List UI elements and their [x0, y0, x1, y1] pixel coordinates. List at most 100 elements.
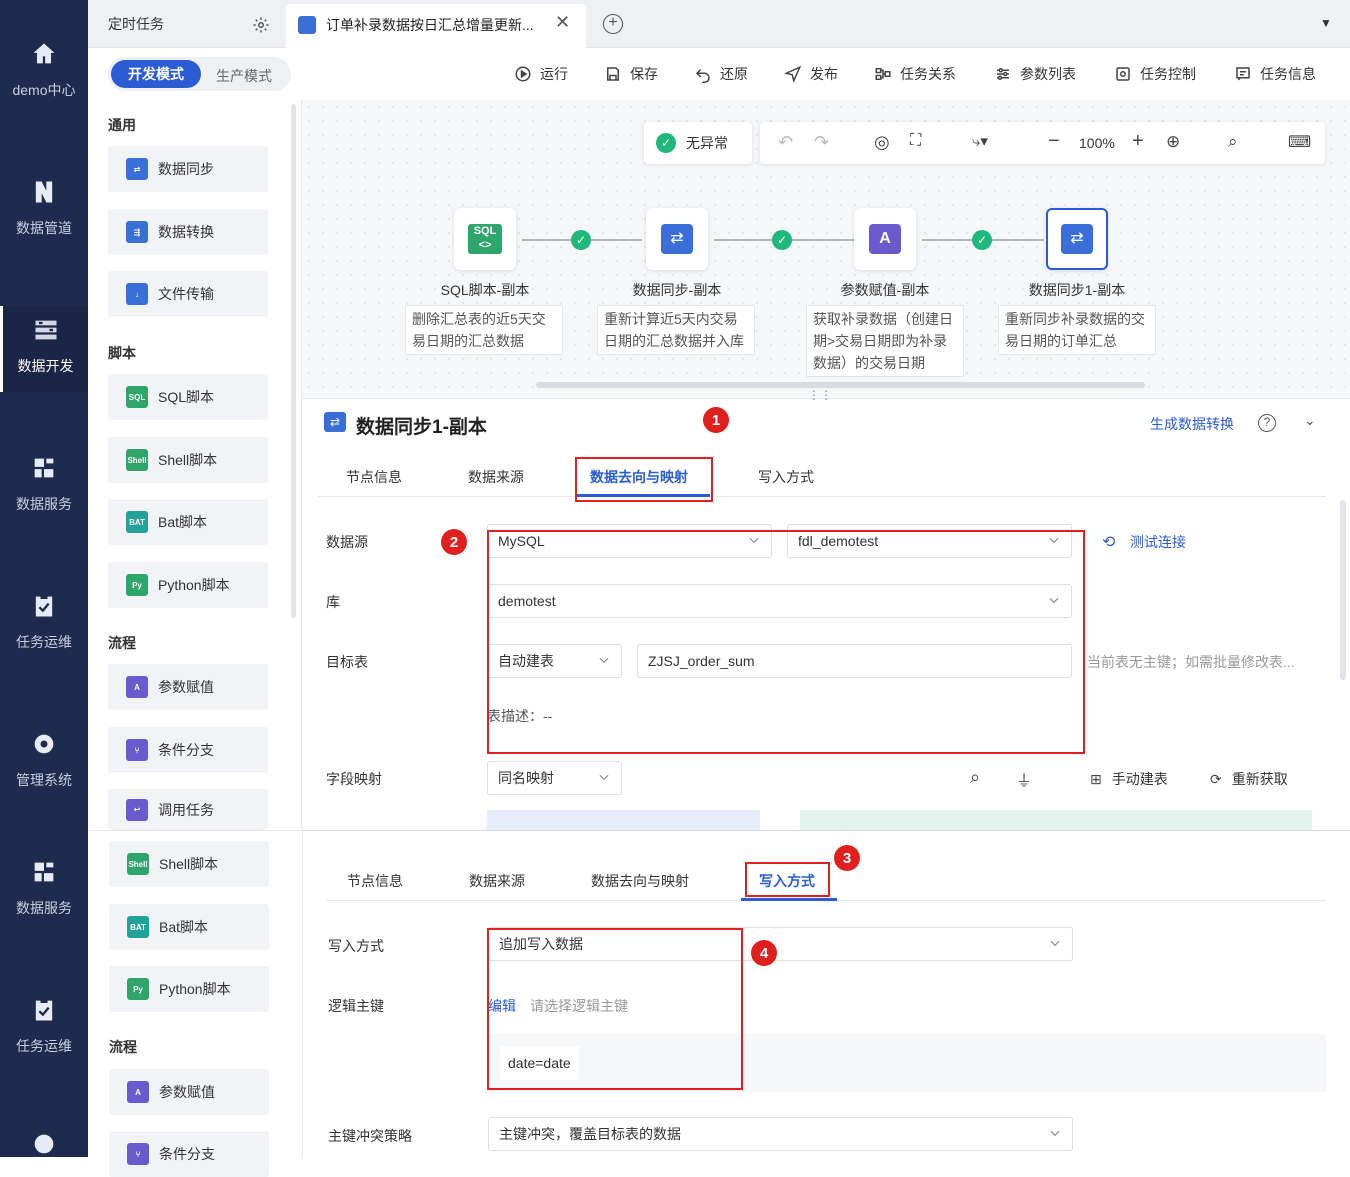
palette-item-bat-2[interactable]: BAT Bat脚本 [109, 904, 269, 950]
task-relation-button[interactable]: 任务关系 [874, 60, 956, 88]
keyboard-icon[interactable]: ⌨ [1288, 132, 1311, 152]
redo-icon[interactable]: ↷ [814, 132, 829, 153]
select-value: 主键冲突，覆盖目标表的数据 [499, 1126, 681, 1142]
nav-item-pipeline[interactable]: 数据管道 [0, 178, 88, 238]
tab-source-2[interactable]: 数据来源 [469, 871, 525, 891]
tab-node-info[interactable]: 节点信息 [346, 467, 402, 487]
palette-label: 调用任务 [158, 801, 214, 818]
undo-icon[interactable]: ↶ [778, 132, 793, 153]
node-param-copy[interactable]: A [854, 208, 916, 270]
palette-item-python-2[interactable]: Py Python脚本 [109, 966, 269, 1012]
test-connection-link[interactable]: 测试连接 [1130, 532, 1186, 552]
generate-transform-link[interactable]: 生成数据转换 [1150, 414, 1234, 434]
filter-icon[interactable]: ⏚ [1016, 767, 1032, 791]
search-icon[interactable]: ⌕ [1228, 132, 1238, 152]
info-icon [1236, 67, 1250, 81]
palette-item-python[interactable]: Py Python脚本 [108, 562, 268, 608]
palette-item-branch-2[interactable]: ⑂ 条件分支 [109, 1131, 269, 1177]
mode-dev-button[interactable]: 开发模式 [111, 60, 201, 88]
palette-label: Bat脚本 [158, 514, 208, 530]
status-pill: ✓ 无异常 [644, 122, 752, 164]
node-title: 参数赋值-副本 [840, 282, 930, 298]
connector-icon[interactable]: ⤷▾ [972, 132, 988, 150]
dev-icon [35, 320, 56, 340]
param-icon: A [126, 676, 148, 698]
data-sync-icon: ⇄ [661, 224, 693, 254]
palette-item-file-transfer[interactable]: ↓ 文件传输 [108, 271, 268, 317]
branch-icon: ⑂ [127, 1143, 149, 1165]
nav-item-dev[interactable]: 数据开发 [0, 306, 88, 392]
service-icon [34, 862, 54, 882]
nav-label: 任务运维 [16, 1038, 72, 1054]
annotation-badge: 2 [441, 529, 467, 555]
palette-item-param-2[interactable]: A 参数赋值 [109, 1069, 269, 1115]
mode-prod-button[interactable]: 生产模式 [216, 66, 272, 86]
add-tab-icon[interactable]: + [603, 14, 623, 34]
palette-item-branch[interactable]: ⑂ 条件分支 [108, 727, 268, 773]
node-sync-copy[interactable]: ⇄ [646, 208, 708, 270]
tab-write-mode[interactable]: 写入方式 [758, 467, 814, 487]
nav-item-ops[interactable]: 任务运维 [0, 592, 88, 652]
edge-ok-icon: ✓ [772, 230, 792, 250]
zoom-out-icon[interactable]: − [1048, 130, 1060, 153]
chevron-down-icon[interactable]: ▼ [1320, 16, 1332, 30]
annotation-box [487, 928, 743, 1090]
canvas-hscrollbar[interactable] [536, 382, 1145, 388]
zoom-in-icon[interactable]: + [1132, 130, 1144, 153]
palette-label: 参数赋值 [158, 679, 214, 695]
sidebar-scrollbar[interactable] [291, 104, 296, 618]
palette-item-shell-2[interactable]: Shell Shell脚本 [109, 841, 269, 887]
mapping-select[interactable]: 同名映射 [487, 761, 622, 795]
palette-item-data-sync[interactable]: ⇄ 数据同步 [108, 146, 268, 192]
tab-active-label: 订单补录数据按日汇总增量更新... [326, 17, 534, 33]
palette-item-param[interactable]: A 参数赋值 [108, 664, 268, 710]
drag-handle[interactable]: ⋮⋮ [808, 388, 832, 402]
node-palette-lower: Shell Shell脚本 BAT Bat脚本 Py Python脚本 流程 A 参数赋… [89, 830, 303, 1177]
param-list-button[interactable]: 参数列表 [994, 60, 1076, 88]
revert-label: 还原 [720, 66, 748, 82]
edge-ok-icon: ✓ [972, 230, 992, 250]
refetch-button[interactable]: ⟳ 重新获取 [1210, 769, 1288, 789]
palette-item-sql[interactable]: SQL SQL脚本 [108, 374, 268, 420]
nav-item-service-2[interactable]: 数据服务 [0, 858, 88, 918]
revert-button[interactable]: 还原 [694, 60, 748, 88]
search-icon[interactable]: ⌕ [970, 767, 980, 788]
tab-target-mapping-2[interactable]: 数据去向与映射 [591, 871, 689, 891]
gear-icon[interactable] [252, 16, 270, 34]
nav-item-ops-2[interactable]: 任务运维 [0, 996, 88, 1056]
conflict-select[interactable]: 主键冲突，覆盖目标表的数据 [488, 1117, 1073, 1151]
palette-item-shell[interactable]: Shell Shell脚本 [108, 437, 268, 483]
palette-label: Bat脚本 [159, 919, 209, 935]
manual-create-button[interactable]: ⊞ 手动建表 [1090, 769, 1168, 789]
palette-item-call-task[interactable]: ↩ 调用任务 [108, 789, 268, 830]
tab-node-info-2[interactable]: 节点信息 [347, 871, 403, 891]
palette-item-data-transform[interactable]: ⇶ 数据转换 [108, 209, 268, 255]
collapse-icon[interactable]: ⌄ [1304, 412, 1316, 429]
layout-icon[interactable]: ◎ [874, 132, 890, 153]
tab-scheduled[interactable]: 定时任务 [108, 14, 164, 34]
node-sync1-copy[interactable]: ⇄ [1046, 208, 1108, 270]
run-button[interactable]: 运行 [514, 60, 568, 88]
node-sql-copy[interactable]: SQL <> [454, 208, 516, 270]
nav-item-admin-2[interactable] [0, 1130, 88, 1170]
nav-item-demo[interactable]: demo中心 [0, 40, 88, 100]
nav-item-service[interactable]: 数据服务 [0, 454, 88, 514]
link-icon[interactable]: ⟲ [1102, 532, 1115, 552]
play-icon [515, 66, 531, 82]
ok-icon: ✓ [656, 133, 676, 153]
task-info-button[interactable]: 任务信息 [1234, 60, 1316, 88]
help-icon[interactable]: ? [1258, 414, 1276, 432]
fit-icon[interactable]: ⛶ [910, 132, 921, 150]
panel-scrollbar[interactable] [1340, 500, 1346, 680]
nav-item-admin[interactable]: 管理系统 [0, 730, 88, 790]
locate-icon[interactable]: ⊕ [1166, 132, 1180, 152]
palette-label: 条件分支 [159, 1146, 215, 1162]
save-icon [607, 67, 619, 81]
task-control-button[interactable]: 任务控制 [1114, 60, 1196, 88]
close-icon[interactable]: ✕ [555, 12, 570, 33]
save-button[interactable]: 保存 [604, 60, 658, 88]
publish-button[interactable]: 发布 [784, 60, 838, 88]
tab-source[interactable]: 数据来源 [468, 467, 524, 487]
palette-item-bat[interactable]: BAT Bat脚本 [108, 499, 268, 545]
mapping-target-header [800, 810, 1312, 830]
